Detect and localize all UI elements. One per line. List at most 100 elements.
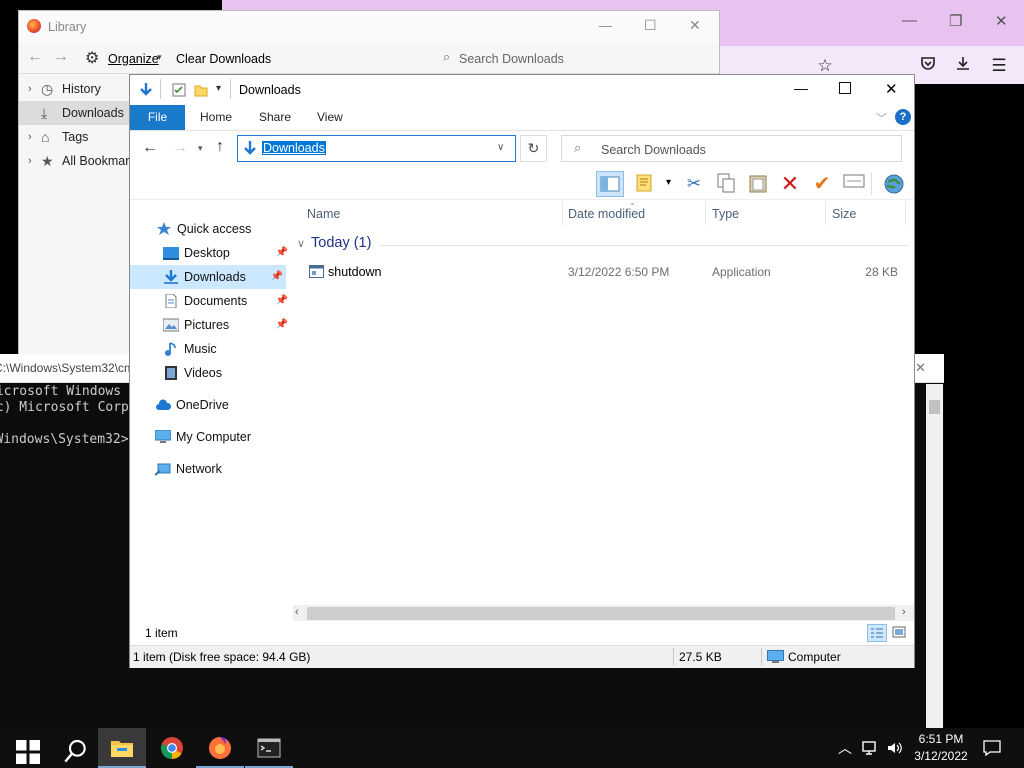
pin-icon[interactable]: 📌 bbox=[276, 313, 288, 337]
scroll-right-icon[interactable]: › bbox=[902, 606, 906, 618]
network-icon[interactable] bbox=[862, 740, 880, 756]
menu-icon[interactable]: ☰ bbox=[988, 55, 1010, 77]
column-header-size[interactable]: Size bbox=[832, 207, 856, 221]
console-scrollbar[interactable] bbox=[926, 384, 943, 730]
start-button[interactable] bbox=[0, 728, 48, 768]
forward-arrow-icon[interactable]: → bbox=[53, 48, 69, 66]
downloads-icon[interactable] bbox=[952, 55, 974, 77]
table-row[interactable]: shutdown 3/12/2022 6:50 PM Application 2… bbox=[293, 261, 908, 283]
scrollbar-thumb[interactable] bbox=[929, 400, 940, 414]
organize-button[interactable]: Organize bbox=[108, 52, 159, 66]
scroll-left-icon[interactable]: ‹ bbox=[295, 606, 299, 618]
tab-view[interactable]: View bbox=[317, 105, 343, 130]
volume-icon[interactable] bbox=[886, 740, 904, 756]
back-arrow-icon[interactable]: ← bbox=[27, 48, 43, 66]
cut-icon[interactable]: ✂ bbox=[682, 173, 706, 195]
back-arrow-icon[interactable]: ← bbox=[142, 139, 158, 157]
ribbon-expand-icon[interactable]: ﹀ bbox=[876, 110, 887, 126]
tab-share[interactable]: Share bbox=[259, 105, 291, 130]
column-separator[interactable] bbox=[705, 201, 706, 225]
scrollbar-thumb[interactable] bbox=[307, 607, 895, 620]
taskbar-firefox[interactable] bbox=[196, 728, 244, 768]
desktop-icon bbox=[163, 247, 179, 260]
clear-downloads-button[interactable]: Clear Downloads bbox=[176, 52, 271, 66]
address-text[interactable]: Downloads bbox=[262, 141, 326, 155]
search-button[interactable] bbox=[48, 728, 96, 768]
pocket-icon[interactable] bbox=[917, 55, 939, 77]
pin-icon[interactable]: 📌 bbox=[276, 289, 288, 313]
up-arrow-icon[interactable]: ↑ bbox=[216, 138, 224, 156]
column-separator[interactable] bbox=[562, 201, 563, 225]
nav-item-quick-access[interactable]: Quick access bbox=[156, 217, 291, 241]
application-icon bbox=[309, 265, 324, 278]
large-icons-view-icon[interactable] bbox=[890, 624, 910, 642]
recent-locations-icon[interactable]: ▾ bbox=[198, 143, 203, 154]
view-menu-icon[interactable] bbox=[634, 173, 658, 195]
column-header-name[interactable]: Name bbox=[307, 207, 340, 221]
copy-icon[interactable] bbox=[714, 173, 738, 195]
nav-item-desktop[interactable]: Desktop 📌 bbox=[163, 241, 291, 265]
delete-icon[interactable]: ✕ bbox=[778, 173, 802, 195]
details-view-icon[interactable] bbox=[867, 624, 887, 642]
properties-icon[interactable] bbox=[172, 83, 186, 97]
clock-date[interactable]: 3/12/2022 bbox=[910, 749, 972, 763]
pin-icon[interactable]: 📌 bbox=[276, 241, 288, 265]
taskbar-chrome[interactable] bbox=[148, 728, 196, 768]
column-header-type[interactable]: Type bbox=[712, 207, 739, 221]
pin-icon[interactable]: 📌 bbox=[271, 265, 283, 289]
help-icon[interactable]: ? bbox=[895, 109, 911, 125]
firefox-restore-button[interactable]: ❐ bbox=[949, 12, 962, 30]
rename-check-icon[interactable]: ✔ bbox=[810, 173, 834, 195]
paste-icon[interactable] bbox=[746, 173, 770, 195]
forward-arrow-icon[interactable]: → bbox=[172, 139, 188, 157]
explorer-minimize-button[interactable]: — bbox=[794, 80, 808, 96]
library-search-input[interactable]: ⌕ Search Downloads bbox=[437, 46, 717, 70]
library-item-history[interactable]: › ◷ History bbox=[19, 77, 131, 101]
address-bar[interactable]: Downloads ∨ bbox=[237, 135, 516, 162]
library-item-all-bookmarks[interactable]: › ★ All Bookmarks bbox=[19, 149, 131, 173]
refresh-button[interactable]: ↻ bbox=[520, 135, 547, 162]
new-folder-icon[interactable] bbox=[194, 83, 208, 97]
clock-time[interactable]: 6:51 PM bbox=[912, 732, 970, 746]
console-prompt[interactable]: C:\Windows\System32> bbox=[0, 432, 129, 447]
library-item-downloads[interactable]: ⤓ Downloads bbox=[19, 101, 131, 125]
taskbar-terminal[interactable] bbox=[245, 728, 293, 768]
properties-icon[interactable] bbox=[842, 173, 866, 195]
library-item-tags[interactable]: › ⌂ Tags bbox=[19, 125, 131, 149]
group-collapse-icon[interactable]: ∨ bbox=[297, 237, 305, 250]
search-input[interactable]: ⌕ Search Downloads bbox=[561, 135, 902, 162]
explorer-close-button[interactable]: ✕ bbox=[885, 80, 898, 98]
nav-item-network[interactable]: Network bbox=[155, 457, 291, 481]
notification-icon[interactable] bbox=[983, 739, 1001, 757]
nav-item-videos[interactable]: Videos bbox=[163, 361, 291, 385]
group-header[interactable]: Today (1) bbox=[311, 235, 371, 251]
preview-pane-icon[interactable] bbox=[596, 171, 624, 197]
explorer-maximize-button[interactable] bbox=[839, 82, 851, 94]
nav-item-my-computer[interactable]: My Computer bbox=[155, 425, 291, 449]
nav-item-onedrive[interactable]: OneDrive bbox=[155, 393, 291, 417]
console-close-button[interactable]: ✕ bbox=[915, 360, 926, 376]
globe-icon[interactable] bbox=[882, 173, 906, 195]
tray-overflow-chevron-icon[interactable]: ︿ bbox=[838, 738, 852, 758]
video-icon bbox=[165, 366, 177, 380]
library-minimize-button[interactable]: — bbox=[599, 18, 612, 33]
column-separator[interactable] bbox=[905, 201, 906, 225]
library-close-button[interactable]: ✕ bbox=[689, 17, 701, 34]
nav-item-documents[interactable]: Documents 📌 bbox=[163, 289, 291, 313]
chevron-down-icon[interactable]: ▾ bbox=[666, 177, 671, 188]
column-separator[interactable] bbox=[825, 201, 826, 225]
computer-icon bbox=[767, 650, 784, 663]
quick-access-dropdown-icon[interactable]: ▾ bbox=[216, 83, 221, 94]
firefox-close-button[interactable]: ✕ bbox=[995, 12, 1008, 30]
horizontal-scrollbar[interactable]: ‹ › bbox=[293, 605, 914, 622]
nav-item-pictures[interactable]: Pictures 📌 bbox=[163, 313, 291, 337]
firefox-minimize-button[interactable]: — bbox=[902, 12, 917, 29]
column-header-date[interactable]: Date modified bbox=[568, 207, 645, 221]
tab-file[interactable]: File bbox=[130, 105, 185, 130]
nav-item-downloads[interactable]: Downloads 📌 bbox=[130, 265, 286, 289]
library-maximize-button[interactable]: ☐ bbox=[644, 17, 657, 34]
chevron-down-icon[interactable]: ∨ bbox=[497, 142, 504, 153]
tab-home[interactable]: Home bbox=[200, 105, 232, 130]
nav-item-music[interactable]: Music bbox=[163, 337, 291, 361]
taskbar-file-explorer[interactable] bbox=[98, 728, 146, 768]
